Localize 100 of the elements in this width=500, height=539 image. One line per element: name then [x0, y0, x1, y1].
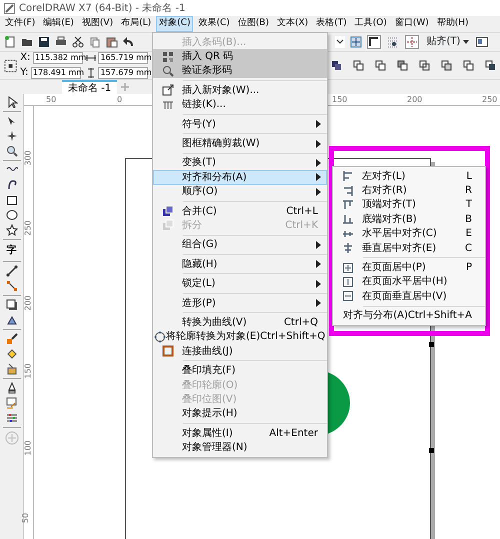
menu-item[interactable]: 转换为曲线(V) Ctrl+Q [153, 315, 327, 330]
shaping-icon[interactable] [463, 60, 474, 71]
menu-item[interactable]: 验证条形码 [153, 64, 327, 78]
print-icon[interactable] [55, 36, 67, 48]
undo-icon[interactable] [123, 36, 135, 48]
shaping-icon[interactable] [419, 60, 430, 71]
menu-item[interactable]: 视图(V) [78, 16, 116, 32]
grid-view-icon[interactable] [386, 35, 400, 49]
shaping-icon[interactable] [353, 60, 364, 71]
save-icon[interactable] [38, 36, 50, 48]
menu-item[interactable]: 在页面水平居中(H) [333, 274, 485, 290]
smart-fill-tool-icon[interactable] [6, 363, 18, 375]
menu-item[interactable]: 对齐与分布(A)Ctrl+Shift+A [333, 308, 485, 323]
input-field[interactable]: 165.719 mm [98, 52, 148, 64]
transparency-tool-icon[interactable] [6, 314, 18, 326]
menu-item[interactable]: 插入新对象(W)... [153, 83, 327, 98]
zoom-tool-icon[interactable] [6, 145, 18, 157]
pick-tool-icon[interactable] [6, 96, 18, 108]
paste-icon[interactable] [106, 36, 118, 48]
ruler-label: 150 [332, 96, 348, 104]
menu-item[interactable]: 底端对齐(B) B [333, 212, 485, 227]
menu-item[interactable]: 连接曲线(J) [153, 344, 327, 358]
options-icon[interactable] [476, 36, 488, 48]
menu-item[interactable]: 叠印填充(F) [153, 363, 327, 378]
artistic-media-tool-icon[interactable] [6, 179, 18, 191]
ruler-label: 150 [24, 363, 33, 379]
dimension-tool-icon[interactable] [6, 280, 18, 292]
cut-icon[interactable] [72, 36, 84, 48]
menu-item[interactable]: 对齐和分布(A) [153, 170, 327, 185]
menu-item[interactable]: 在页面垂直居中(V) [333, 289, 485, 304]
menu-item[interactable]: 在页面居中(P) P [333, 260, 485, 275]
color-tool-icon[interactable] [6, 397, 18, 409]
star-tool-icon[interactable] [6, 224, 18, 236]
menu-item[interactable]: 组合(G) [153, 238, 327, 252]
align-center-vertical-icon [342, 242, 354, 254]
line-connector-tool-icon[interactable] [6, 265, 18, 277]
menu-item[interactable]: 水平居中对齐(C) E [333, 226, 485, 241]
drop-shadow-tool-icon[interactable] [6, 299, 18, 311]
menu-item[interactable]: 右对齐(R) R [333, 183, 485, 198]
menu-item[interactable]: 顺序(O) [153, 184, 327, 199]
curve-nodes-icon [154, 330, 166, 343]
text-tool-glyph[interactable]: 字 [6, 243, 16, 258]
menu-item[interactable]: 位图(B) [234, 16, 272, 32]
height-icon [86, 68, 96, 78]
menu-item[interactable]: 左对齐(L) L [333, 169, 485, 184]
align-left-icon [342, 170, 354, 182]
menu-item[interactable]: 插入 QR 码 [153, 49, 327, 64]
copy-icon[interactable] [89, 36, 101, 48]
menu-item[interactable]: 链接(K)... [153, 98, 327, 112]
ruler-label: 50 [46, 96, 56, 104]
shaping-icon[interactable] [441, 60, 452, 71]
menu-item[interactable]: 图框精确剪裁(W) [153, 136, 327, 151]
menu-item[interactable]: 帮助(H) [434, 16, 472, 32]
link-icon [162, 98, 174, 111]
window-title: CorelDRAW X7 (64-Bit) - 未命名 -1 [19, 2, 186, 16]
menu-item[interactable]: 垂直居中对齐(E) C [333, 240, 485, 256]
crop-tool-icon[interactable] [6, 130, 18, 142]
menu-item[interactable]: 效果(C) [195, 16, 233, 32]
menu-item[interactable]: 将轮廓转换为对象(E)Ctrl+Shift+Q [153, 330, 327, 344]
magnifier-icon [162, 64, 174, 77]
document-tab[interactable]: 未命名 -1 [62, 80, 118, 94]
palette-tool-icon[interactable] [6, 412, 18, 424]
fill-tool-icon[interactable] [6, 348, 18, 360]
input-field[interactable]: 157.679 mm [98, 66, 148, 79]
menu-item[interactable]: 对象属性(I) Alt+Enter [153, 426, 327, 440]
shaping-icon[interactable] [331, 60, 342, 71]
rectangle-tool-icon[interactable] [6, 194, 18, 206]
menu-item[interactable]: 文件(F) [2, 16, 38, 32]
rulers-toggle-icon[interactable] [367, 35, 381, 49]
menu-item[interactable]: 编辑(E) [40, 16, 77, 32]
shaping-icon[interactable] [397, 60, 408, 71]
menu-item[interactable]: 顶端对齐(T) T [333, 198, 485, 212]
menu-item[interactable]: 合并(C) Ctrl+L [153, 204, 327, 218]
menu-item[interactable]: 对象提示(H) [153, 406, 327, 421]
menu-item[interactable]: 布局(L) [118, 16, 154, 32]
snap-dropdown-button[interactable]: 贴齐(T) [424, 35, 472, 49]
ruler-label: 200 [407, 96, 422, 104]
menu-item[interactable]: 文本(X) [274, 16, 312, 32]
ellipse-tool-icon[interactable] [6, 209, 18, 221]
pen-outline-tool-icon[interactable] [6, 382, 18, 394]
input-field[interactable]: 115.382 mm [32, 52, 83, 64]
menu-item[interactable]: 符号(Y) [153, 116, 327, 132]
guidelines-icon[interactable] [405, 35, 419, 49]
menu-item[interactable]: 表格(T) [313, 16, 350, 32]
shaping-icon[interactable] [375, 60, 386, 71]
shaping-icon[interactable] [485, 60, 496, 71]
menu-item[interactable]: 对象管理器(N) [153, 440, 327, 455]
open-folder-icon[interactable] [21, 36, 33, 48]
menu-item[interactable]: 窗口(W) [392, 16, 432, 32]
dropdown-caret-icon[interactable] [335, 36, 345, 48]
new-document-icon[interactable] [4, 36, 16, 48]
menu-item[interactable]: 变换(T) [153, 156, 327, 170]
menu-item[interactable]: 对象(C) [156, 16, 194, 32]
menu-item[interactable]: 锁定(L) [153, 276, 327, 291]
menu-item[interactable]: 工具(O) [352, 16, 390, 32]
menu-item[interactable]: 隐藏(H) [153, 257, 327, 272]
zoom-fit-icon[interactable] [350, 36, 362, 48]
input-field[interactable]: 178.491 mm [30, 66, 81, 79]
color-eyedropper-tool-icon[interactable] [6, 333, 18, 345]
menu-item[interactable]: 造形(P) [153, 296, 327, 310]
